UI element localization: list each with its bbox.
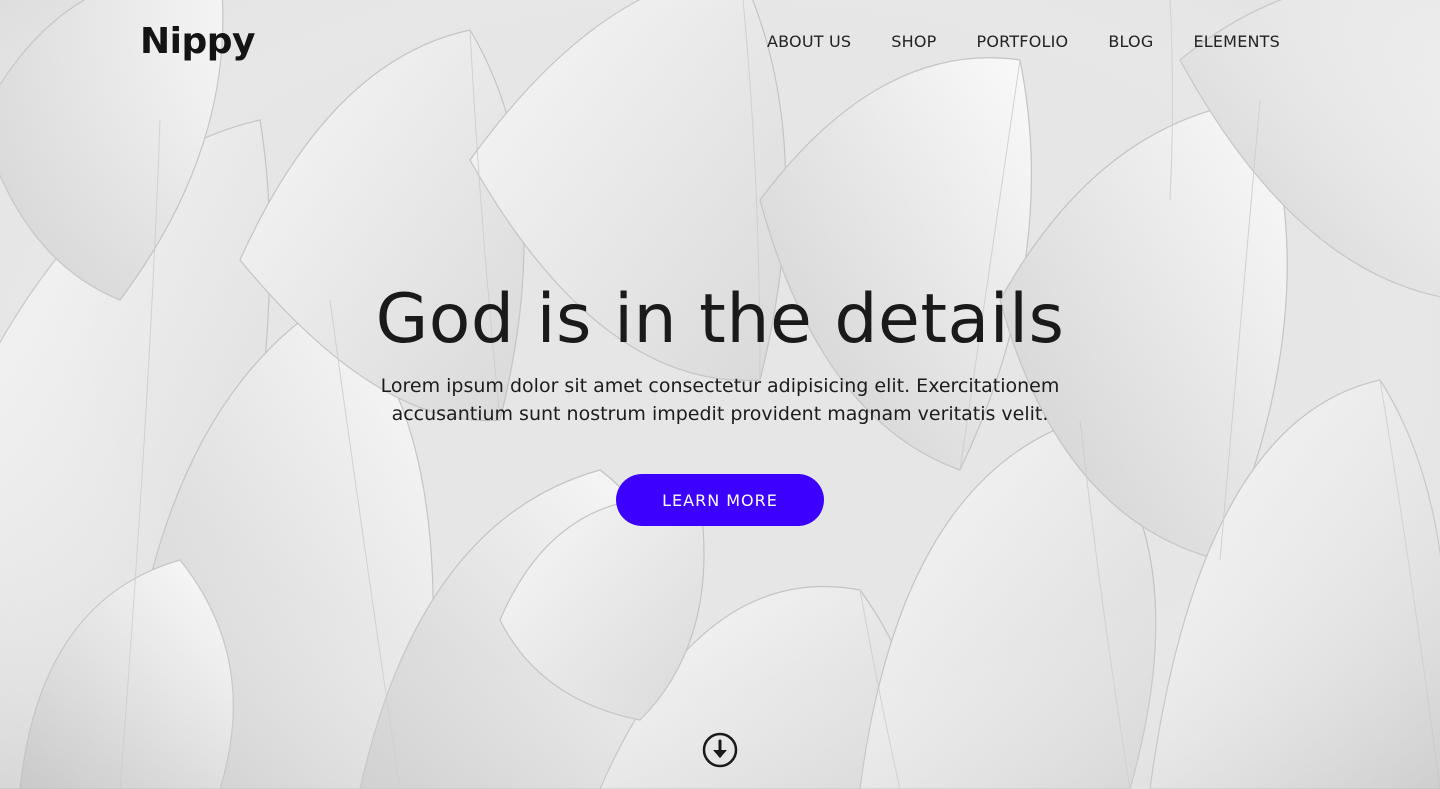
learn-more-button[interactable]: LEARN MORE [616, 474, 824, 526]
site-header: Nippy ABOUT US SHOP PORTFOLIO BLOG ELEME… [0, 0, 1440, 84]
hero-content: God is in the details Lorem ipsum dolor … [0, 280, 1440, 526]
brand-logo[interactable]: Nippy [140, 20, 255, 64]
scroll-down-button[interactable] [702, 732, 738, 768]
nav-item-shop[interactable]: SHOP [891, 32, 936, 52]
nav-item-elements[interactable]: ELEMENTS [1193, 32, 1280, 52]
main-nav: ABOUT US SHOP PORTFOLIO BLOG ELEMENTS [767, 32, 1280, 52]
arrow-down-circle-icon [702, 732, 738, 768]
hero-headline: God is in the details [375, 280, 1065, 359]
nav-item-about-us[interactable]: ABOUT US [767, 32, 851, 52]
nav-item-portfolio[interactable]: PORTFOLIO [977, 32, 1069, 52]
hero-section: Nippy ABOUT US SHOP PORTFOLIO BLOG ELEME… [0, 0, 1440, 789]
hero-subtext: Lorem ipsum dolor sit amet consectetur a… [380, 375, 1060, 425]
nav-item-blog[interactable]: BLOG [1108, 32, 1153, 52]
